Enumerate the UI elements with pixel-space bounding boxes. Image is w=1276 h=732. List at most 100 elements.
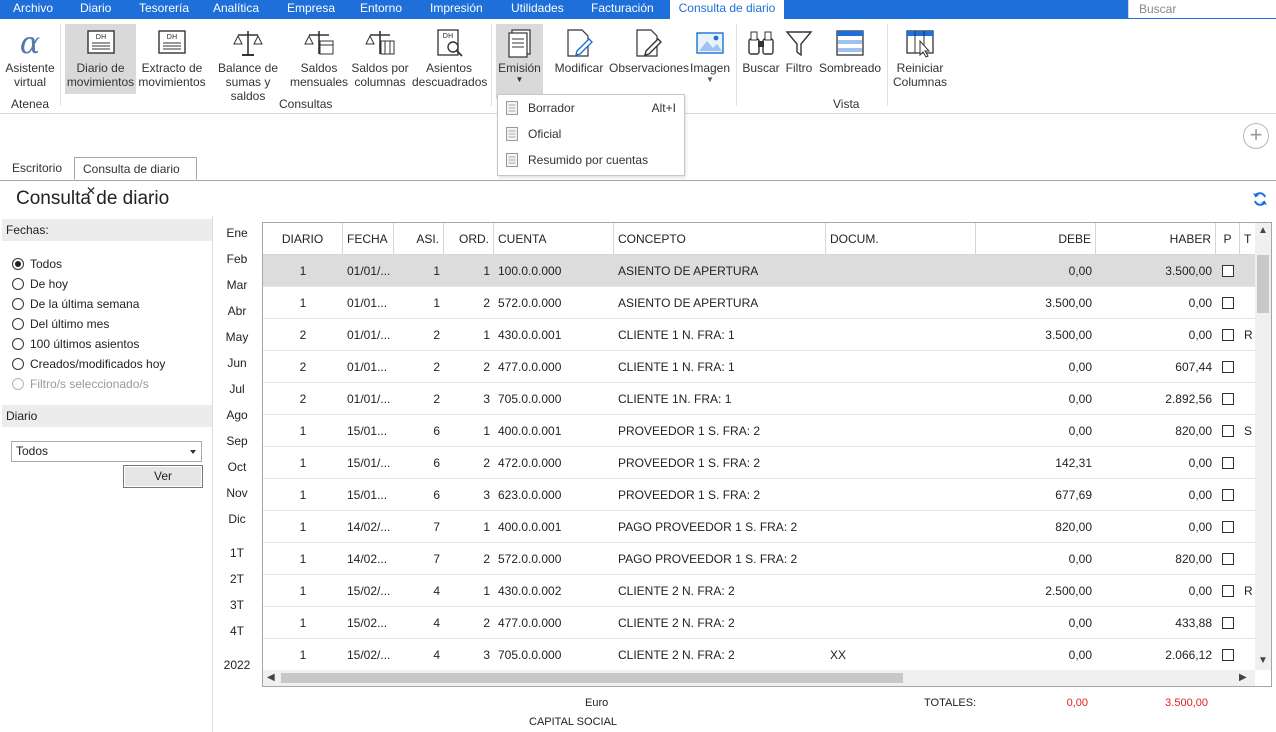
period-month[interactable]: Mar — [220, 278, 254, 292]
reiniciar-columnas-button[interactable]: Reiniciar Columnas — [892, 24, 948, 94]
tab-consulta-de-diario[interactable]: Consulta de diario ✕ — [74, 157, 197, 198]
table-row[interactable]: 1 01/01/... 1 1 100.0.0.000 ASIENTO DE APERTU… — [263, 255, 1255, 287]
menu-utilidades[interactable]: Utilidades — [511, 0, 564, 19]
table-row[interactable]: 2 01/01/... 2 1 430.0.0.001 CLIENTE 1 N. FRA:… — [263, 319, 1255, 351]
period-month[interactable]: Ene — [220, 226, 254, 240]
asistente-virtual-button[interactable]: α Asistente virtual — [4, 24, 56, 94]
tab-escritorio[interactable]: Escritorio — [4, 157, 72, 180]
menu-consulta-de-diario[interactable]: Consulta de diario — [670, 0, 784, 19]
period-month[interactable]: Jun — [220, 356, 254, 370]
header-col-docum[interactable]: DOCUM. — [826, 223, 976, 255]
observaciones-button[interactable]: Observaciones — [609, 24, 689, 94]
table-row[interactable]: 1 15/01/... 6 2 472.0.0.000 PROVEEDOR 1 S. FR… — [263, 447, 1255, 479]
search-input[interactable] — [1128, 0, 1276, 18]
period-month[interactable]: Oct — [220, 460, 254, 474]
header-col-diario[interactable]: DIARIO — [263, 223, 343, 255]
table-row[interactable]: 1 15/02/... 4 3 705.0.0.000 CLIENTE 2 N. FRA:… — [263, 639, 1255, 671]
table-row[interactable]: 1 15/02/... 4 1 430.0.0.002 CLIENTE 2 N. FRA:… — [263, 575, 1255, 607]
table-row[interactable]: 1 14/02... 7 2 572.0.0.000 PAGO PROVEEDOR 1 S… — [263, 543, 1255, 575]
period-month[interactable]: Feb — [220, 252, 254, 266]
menu-facturacion[interactable]: Facturación — [591, 0, 654, 19]
punteo-checkbox[interactable] — [1222, 361, 1234, 373]
punteo-checkbox[interactable] — [1222, 489, 1234, 501]
punteo-checkbox[interactable] — [1222, 617, 1234, 629]
ver-button[interactable]: Ver — [123, 465, 203, 488]
close-icon[interactable]: ✕ — [86, 184, 96, 198]
scroll-down-icon[interactable]: ▼ — [1258, 653, 1268, 669]
period-month[interactable]: Sep — [220, 434, 254, 448]
header-col-debe[interactable]: DEBE — [976, 223, 1096, 255]
table-row[interactable]: 1 15/02... 4 2 477.0.0.000 CLIENTE 2 N. FRA: … — [263, 607, 1255, 639]
menu-tesoreria[interactable]: Tesorería — [139, 0, 189, 19]
period-month[interactable]: Nov — [220, 486, 254, 500]
add-tab-button[interactable]: + — [1243, 123, 1269, 149]
period-quarter[interactable]: 1T — [220, 546, 254, 560]
horizontal-scroll-thumb[interactable] — [281, 673, 903, 683]
diario-de-movimientos-button[interactable]: DH Diario de movimientos — [65, 24, 136, 94]
menu-item-resumido-por-cuentas[interactable]: Resumido por cuentas — [498, 147, 684, 173]
radio-ultima-semana[interactable]: De la última semana — [12, 297, 139, 311]
radio-creados-hoy[interactable]: Creados/modificados hoy — [12, 357, 165, 371]
asientos-descuadrados-button[interactable]: DH Asientos descuadrados — [412, 24, 487, 94]
radio-todos[interactable]: Todos — [12, 257, 62, 271]
period-quarter[interactable]: 3T — [220, 598, 254, 612]
scroll-left-icon[interactable]: ◀ — [267, 670, 275, 686]
balance-sumas-saldos-button[interactable]: Balance de sumas y saldos — [208, 24, 288, 103]
period-month[interactable]: Dic — [220, 512, 254, 526]
radio-de-hoy[interactable]: De hoy — [12, 277, 68, 291]
punteo-checkbox[interactable] — [1222, 425, 1234, 437]
scroll-up-icon[interactable]: ▲ — [1258, 223, 1268, 239]
header-col-cuenta[interactable]: CUENTA — [494, 223, 614, 255]
emision-button[interactable]: Emisión ▼ — [496, 24, 543, 99]
punteo-checkbox[interactable] — [1222, 329, 1234, 341]
period-month[interactable]: May — [220, 330, 254, 344]
filtro-button[interactable]: Filtro — [783, 24, 815, 94]
menu-archivo[interactable]: Archivo — [13, 0, 53, 19]
punteo-checkbox[interactable] — [1222, 521, 1234, 533]
imagen-button[interactable]: Imagen ▼ — [689, 24, 731, 96]
header-col-fecha[interactable]: FECHA — [343, 223, 394, 255]
period-month[interactable]: Ago — [220, 408, 254, 422]
header-col-haber[interactable]: HABER — [1096, 223, 1216, 255]
table-row[interactable]: 2 01/01... 2 2 477.0.0.000 CLIENTE 1 N. FRA: … — [263, 351, 1255, 383]
punteo-checkbox[interactable] — [1222, 649, 1234, 661]
scroll-right-icon[interactable]: ▶ — [1239, 670, 1247, 686]
period-month[interactable]: Jul — [220, 382, 254, 396]
vertical-scroll-thumb[interactable] — [1257, 255, 1269, 313]
menu-entorno[interactable]: Entorno — [360, 0, 402, 19]
table-row[interactable]: 1 14/02/... 7 1 400.0.0.001 PAGO PROVEEDOR 1 … — [263, 511, 1255, 543]
header-col-concepto[interactable]: CONCEPTO — [614, 223, 826, 255]
menu-item-borrador[interactable]: Borrador Alt+I — [498, 95, 684, 121]
radio-100-ultimos[interactable]: 100 últimos asientos — [12, 337, 139, 351]
punteo-checkbox[interactable] — [1222, 457, 1234, 469]
saldos-mensuales-button[interactable]: Saldos mensuales — [290, 24, 348, 94]
period-year[interactable]: 2022 — [220, 658, 254, 672]
table-row[interactable]: 2 01/01/... 2 3 705.0.0.000 CLIENTE 1N. FRA: … — [263, 383, 1255, 415]
punteo-checkbox[interactable] — [1222, 393, 1234, 405]
diario-select[interactable]: Todos — [11, 441, 202, 462]
period-month[interactable]: Abr — [220, 304, 254, 318]
saldos-por-columnas-button[interactable]: Saldos por columnas — [349, 24, 411, 94]
radio-ultimo-mes[interactable]: Del último mes — [12, 317, 109, 331]
table-row[interactable]: 1 01/01... 1 2 572.0.0.000 ASIENTO DE APERTUR… — [263, 287, 1255, 319]
refresh-icon[interactable] — [1252, 191, 1268, 207]
menu-item-oficial[interactable]: Oficial — [498, 121, 684, 147]
menu-empresa[interactable]: Empresa — [287, 0, 335, 19]
header-col-asi[interactable]: ASI. — [394, 223, 444, 255]
period-quarter[interactable]: 2T — [220, 572, 254, 586]
menu-diario[interactable]: Diario — [80, 0, 111, 19]
punteo-checkbox[interactable] — [1222, 585, 1234, 597]
menu-impresion[interactable]: Impresión — [430, 0, 483, 19]
menu-analitica[interactable]: Analítica — [213, 0, 259, 19]
table-row[interactable]: 1 15/01... 6 1 400.0.0.001 PROVEEDOR 1 S. FRA… — [263, 415, 1255, 447]
header-col-ord[interactable]: ORD. — [444, 223, 494, 255]
punteo-checkbox[interactable] — [1222, 265, 1234, 277]
table-row[interactable]: 1 15/01... 6 3 623.0.0.000 PROVEEDOR 1 S. FRA… — [263, 479, 1255, 511]
extracto-de-movimientos-button[interactable]: DH Extracto de movimientos — [137, 24, 207, 94]
modificar-button[interactable]: Modificar — [552, 24, 606, 94]
sombreado-button[interactable]: Sombreado — [819, 24, 881, 94]
punteo-checkbox[interactable] — [1222, 297, 1234, 309]
header-col-p[interactable]: P — [1216, 223, 1240, 255]
buscar-button[interactable]: Buscar — [741, 24, 781, 94]
period-quarter[interactable]: 4T — [220, 624, 254, 638]
